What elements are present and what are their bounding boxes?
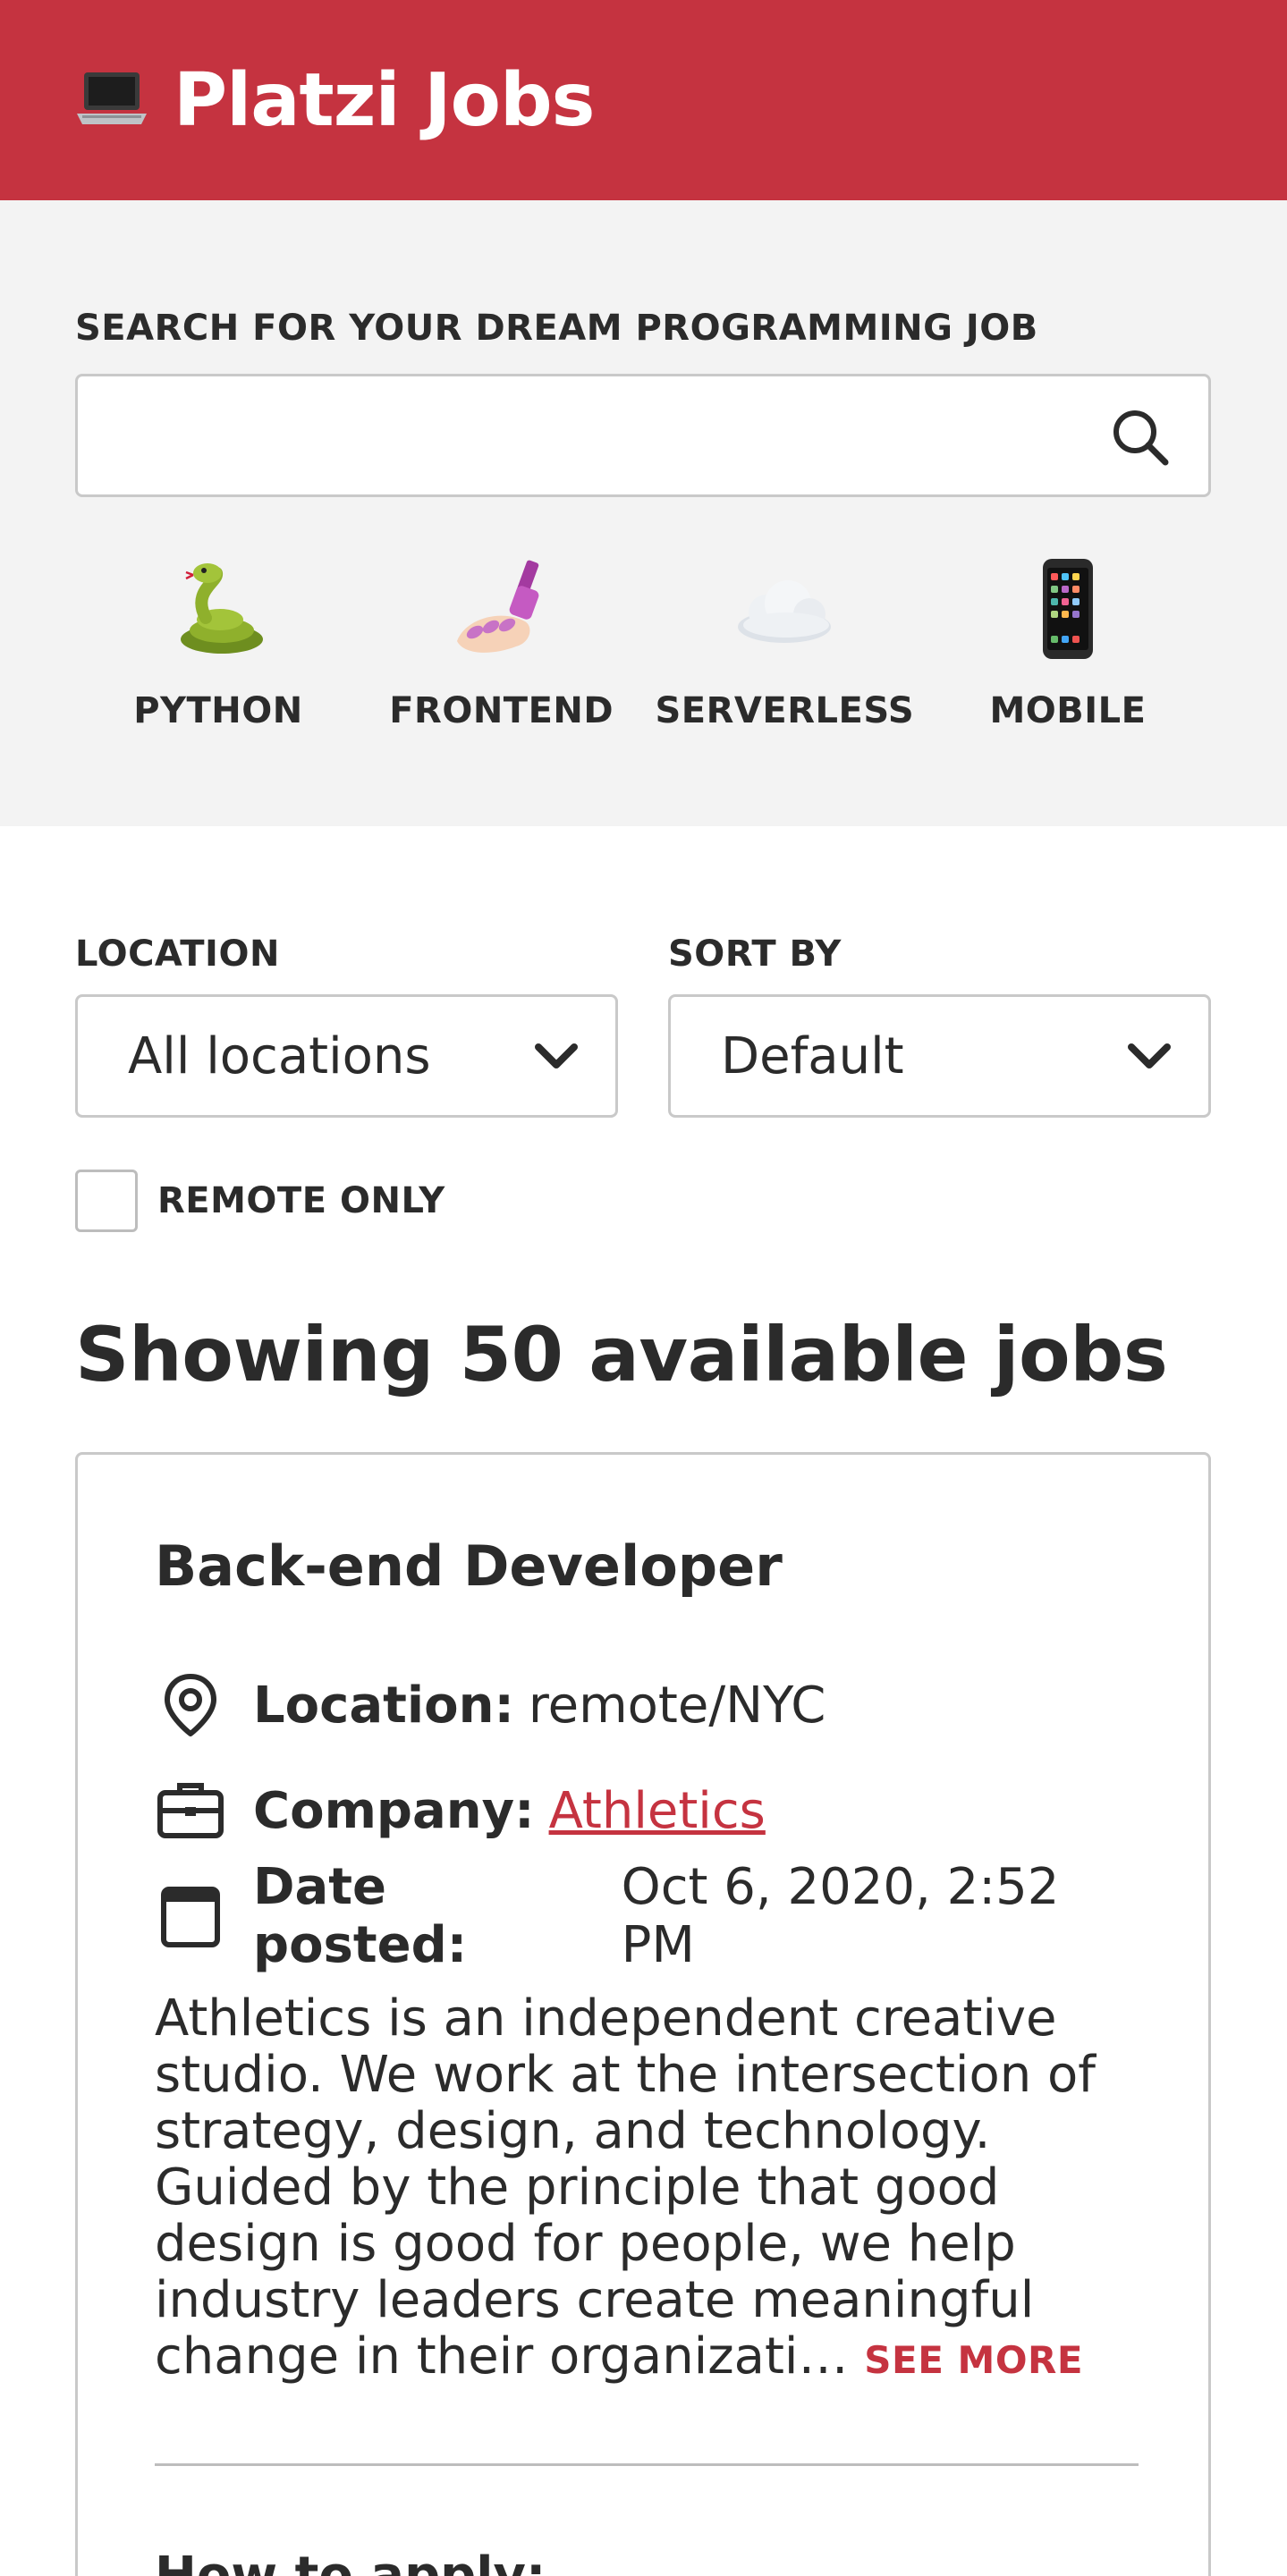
job-date-key: Date posted: bbox=[253, 1858, 468, 1974]
remote-only-checkbox[interactable] bbox=[75, 1170, 138, 1232]
nail-polish-emoji-icon bbox=[456, 560, 538, 653]
remote-only-label[interactable]: REMOTE ONLY bbox=[157, 1180, 445, 1221]
category-label: MOBILE bbox=[989, 690, 1147, 731]
filters: LOCATION All locations SORT BY Default bbox=[0, 933, 1287, 1118]
job-description: Athletics is an independent creative stu… bbox=[155, 1990, 1139, 2388]
snake-emoji-icon bbox=[181, 563, 263, 654]
calendar-icon bbox=[161, 1887, 220, 1947]
sort-select[interactable]: Default bbox=[668, 994, 1211, 1118]
mobile-phone-emoji-icon bbox=[1042, 559, 1093, 659]
job-date-row: Date posted: Oct 6, 2020, 2:52 PM bbox=[155, 1858, 1133, 1974]
chevron-down-icon bbox=[535, 1043, 578, 1068]
job-title: Back-end Developer bbox=[155, 1533, 783, 1599]
sort-selected-value: Default bbox=[721, 1026, 904, 1085]
category-label: PYTHON bbox=[133, 690, 303, 731]
search-panel: SEARCH FOR YOUR DREAM PROGRAMMING JOB PY… bbox=[0, 200, 1287, 826]
search-icon[interactable] bbox=[1108, 405, 1171, 468]
location-filter: LOCATION All locations bbox=[75, 933, 618, 1118]
sort-label: SORT BY bbox=[668, 933, 842, 975]
search-input[interactable] bbox=[78, 376, 1062, 494]
job-location-value: remote/NYC bbox=[528, 1676, 826, 1735]
location-pin-icon bbox=[165, 1674, 216, 1736]
divider bbox=[155, 2463, 1139, 2466]
company-link[interactable]: Athletics bbox=[549, 1782, 766, 1840]
cloud-emoji-icon bbox=[738, 580, 832, 643]
briefcase-icon bbox=[157, 1783, 224, 1838]
job-card: Back-end Developer Location: remote/NYC … bbox=[75, 1452, 1211, 2576]
job-meta: Location: remote/NYC Company: Athletics … bbox=[155, 1652, 1133, 1974]
job-location-row: Location: remote/NYC bbox=[155, 1652, 1133, 1758]
location-select[interactable]: All locations bbox=[75, 994, 618, 1118]
see-more-link[interactable]: SEE MORE bbox=[864, 2338, 1083, 2382]
category-serverless[interactable]: SERVERLESS bbox=[650, 551, 919, 731]
category-label: SERVERLESS bbox=[655, 690, 915, 731]
category-frontend[interactable]: FRONTEND bbox=[368, 551, 636, 731]
app-title: Platzi Jobs bbox=[174, 57, 595, 143]
results-title: Showing 50 available jobs bbox=[75, 1311, 1168, 1398]
remote-only-filter: REMOTE ONLY bbox=[75, 1170, 1212, 1232]
location-selected-value: All locations bbox=[128, 1026, 431, 1085]
category-python[interactable]: PYTHON bbox=[84, 551, 352, 731]
category-list: PYTHON FRONTEND SERVERLESS MOBILE bbox=[75, 551, 1211, 731]
app-header: Platzi Jobs bbox=[0, 0, 1287, 200]
job-description-text: Athletics is an independent creative stu… bbox=[155, 1989, 1096, 2386]
search-box bbox=[75, 374, 1211, 497]
location-label: LOCATION bbox=[75, 933, 280, 975]
job-company-row: Company: Athletics bbox=[155, 1758, 1133, 1863]
laptop-icon bbox=[77, 72, 147, 124]
job-company-key: Company: bbox=[253, 1781, 535, 1840]
chevron-down-icon bbox=[1128, 1043, 1171, 1068]
job-location-key: Location: bbox=[253, 1676, 514, 1735]
category-label: FRONTEND bbox=[389, 690, 614, 731]
job-date-value: Oct 6, 2020, 2:52 PM bbox=[621, 1858, 1060, 1974]
search-label: SEARCH FOR YOUR DREAM PROGRAMMING JOB bbox=[75, 308, 1038, 349]
sort-filter: SORT BY Default bbox=[668, 933, 1211, 1118]
how-to-apply-heading: How to apply: bbox=[155, 2546, 546, 2576]
category-mobile[interactable]: MOBILE bbox=[934, 551, 1202, 731]
